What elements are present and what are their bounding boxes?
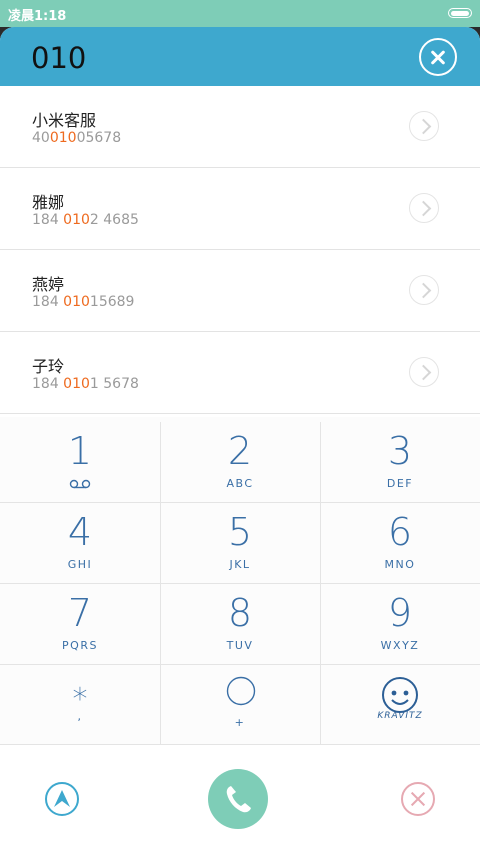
status-time: 凌晨1:18: [8, 9, 67, 24]
key-letters: PQRS: [62, 639, 98, 652]
zero-digit-glyph: [226, 676, 256, 706]
contact-name: 雅娜: [32, 193, 65, 212]
key-1[interactable]: 1: [0, 421, 160, 502]
dialed-number: 010: [31, 41, 87, 75]
key-star[interactable]: * ,: [0, 664, 160, 745]
phone-icon: [226, 786, 251, 813]
key-4[interactable]: 4 GHI: [0, 502, 160, 583]
key-7[interactable]: 7 PQRS: [0, 583, 160, 664]
key-2[interactable]: 2 ABC: [160, 421, 320, 502]
key-digit: 1: [67, 429, 93, 473]
voicemail-icon: [69, 479, 91, 489]
chevron-right-icon[interactable]: [409, 193, 439, 223]
dialer-header: 010: [0, 27, 480, 86]
key-digit: 3: [387, 429, 413, 473]
key-digit: 7: [67, 591, 93, 635]
battery-icon: [448, 8, 472, 18]
contact-row[interactable]: 雅娜 184 0102 4685: [0, 168, 480, 250]
key-digit: 8: [227, 591, 253, 635]
key-letters: ,: [77, 710, 83, 723]
contact-name: 子玲: [32, 357, 65, 376]
contact-number: 184 01015689: [32, 294, 135, 310]
key-letters: ABC: [226, 477, 254, 490]
key-letters: MNO: [384, 558, 416, 571]
contact-number: 184 0101 5678: [32, 376, 139, 392]
contact-results: 小米客服 4001005678 雅娜 184 0102 4685 燕婷 184 …: [0, 86, 480, 414]
contact-row[interactable]: 子玲 184 0101 5678: [0, 332, 480, 414]
kravitz-logo-text: KRAVITZ: [377, 711, 423, 721]
key-5[interactable]: 5 JKL: [160, 502, 320, 583]
key-digit: 6: [387, 510, 413, 554]
chevron-right-icon[interactable]: [409, 111, 439, 141]
dialer-actions: [0, 745, 480, 853]
key-6[interactable]: 6 MNO: [320, 502, 480, 583]
key-letters: DEF: [386, 477, 414, 490]
contact-number: 4001005678: [32, 130, 122, 146]
key-digit: 5: [227, 510, 253, 554]
kravitz-logo[interactable]: KRAVITZ: [320, 664, 480, 745]
key-8[interactable]: 8 TUV: [160, 583, 320, 664]
status-bar: 凌晨1:18: [0, 0, 480, 27]
key-digit: 2: [227, 429, 253, 473]
key-3[interactable]: 3 DEF: [320, 421, 480, 502]
key-letters: JKL: [229, 558, 251, 571]
contact-name: 小米客服: [32, 111, 97, 130]
close-icon[interactable]: [401, 782, 435, 816]
key-9[interactable]: 9 WXYZ: [320, 583, 480, 664]
key-letters: WXYZ: [380, 639, 420, 652]
close-icon[interactable]: [419, 38, 457, 76]
chevron-right-icon[interactable]: [409, 357, 439, 387]
contact-row[interactable]: 小米客服 4001005678: [0, 86, 480, 168]
key-letters: GHI: [67, 558, 93, 571]
dial-keypad: 1 2 ABC 3 DEF 4 GHI 5 JKL 6 MNO 7 PQRS 8: [0, 417, 480, 745]
contact-number: 184 0102 4685: [32, 212, 139, 228]
contact-name: 燕婷: [32, 275, 65, 294]
chevron-right-icon[interactable]: [409, 275, 439, 305]
arrow-up-icon[interactable]: [45, 782, 79, 816]
key-digit: 4: [67, 510, 93, 554]
dialer-sheet: 010 小米客服 4001005678 雅娜 184 0102 4685 燕婷 …: [0, 27, 480, 853]
key-0[interactable]: +: [160, 664, 320, 745]
key-letters: TUV: [226, 639, 254, 652]
key-digit: 9: [387, 591, 413, 635]
contact-row[interactable]: 燕婷 184 01015689: [0, 250, 480, 332]
call-button[interactable]: [208, 769, 268, 829]
key-letters: +: [234, 716, 246, 729]
